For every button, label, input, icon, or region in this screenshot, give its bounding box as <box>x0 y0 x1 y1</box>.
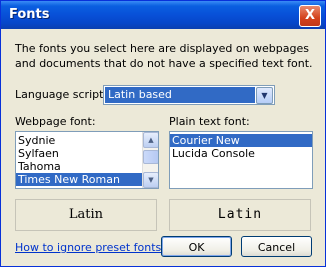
list-item[interactable]: Sylfaen <box>16 147 142 160</box>
language-script-select[interactable]: Latin based ▼ <box>103 85 275 105</box>
plain-text-font-list[interactable]: Courier New Lucida Console <box>169 131 313 189</box>
close-button[interactable]: X <box>299 5 321 27</box>
webpage-font-list[interactable]: Sydnie Sylfaen Tahoma Times New Roman ▲ … <box>15 131 159 189</box>
cancel-button[interactable]: Cancel <box>241 236 312 257</box>
plain-text-font-label: Plain text font: <box>169 115 250 128</box>
list-item[interactable]: Sydnie <box>16 134 142 147</box>
webpage-font-preview: Latin <box>15 199 157 231</box>
webpage-font-scrollbar[interactable]: ▲ ▼ <box>142 132 158 188</box>
fonts-dialog: Fonts X The fonts you select here are di… <box>0 0 326 267</box>
webpage-font-label: Webpage font: <box>15 115 96 128</box>
title-bar[interactable]: Fonts X <box>1 1 325 29</box>
ignore-preset-fonts-link[interactable]: How to ignore preset fonts <box>15 241 161 254</box>
scroll-up-button[interactable]: ▲ <box>143 132 158 148</box>
scroll-down-button[interactable]: ▼ <box>143 172 158 188</box>
window-title: Fonts <box>9 7 50 22</box>
chevron-down-icon: ▼ <box>148 176 154 184</box>
chevron-down-icon: ▼ <box>261 91 268 100</box>
plain-text-font-preview: Latin <box>169 199 311 231</box>
language-script-value: Latin based <box>105 87 255 103</box>
list-item[interactable]: Lucida Console <box>170 147 312 160</box>
list-item[interactable]: Tahoma <box>16 160 142 173</box>
list-item-selected[interactable]: Times New Roman <box>16 173 142 186</box>
close-icon: X <box>304 8 316 23</box>
dropdown-arrow-button[interactable]: ▼ <box>256 87 273 104</box>
dialog-description: The fonts you select here are displayed … <box>15 42 313 70</box>
language-script-label: Language script: <box>15 88 108 101</box>
chevron-up-icon: ▲ <box>148 136 154 144</box>
scroll-thumb[interactable] <box>143 150 158 164</box>
list-item-selected[interactable]: Courier New <box>170 134 312 147</box>
ok-button[interactable]: OK <box>161 236 232 257</box>
